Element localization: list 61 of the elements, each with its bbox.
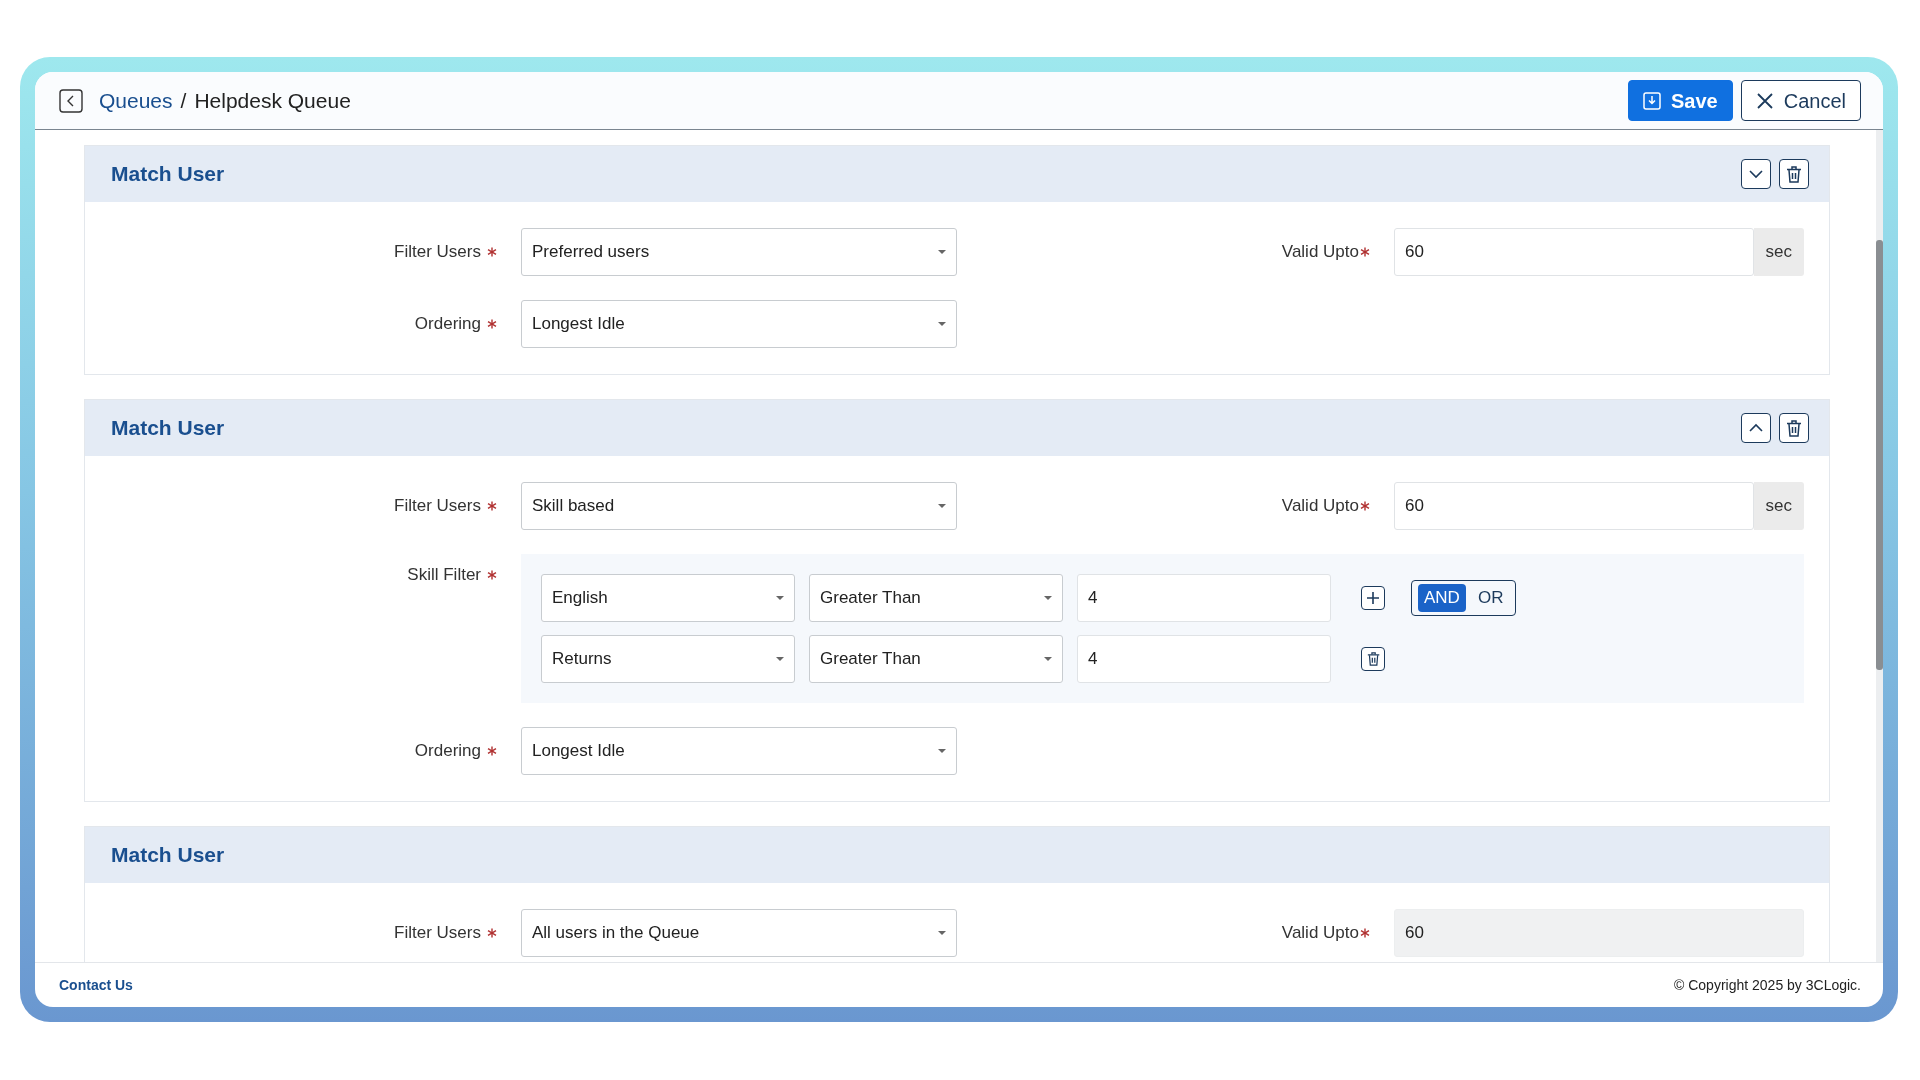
delete-button[interactable]	[1779, 413, 1809, 443]
input-field[interactable]: 60	[1394, 228, 1754, 276]
delete-button[interactable]	[1779, 159, 1809, 189]
section-title: Match User	[111, 415, 225, 442]
collapse-button[interactable]	[1741, 159, 1771, 189]
collapse-button[interactable]	[1741, 413, 1771, 443]
field-label: Valid Upto	[1281, 241, 1359, 264]
input-field[interactable]: 4	[1077, 574, 1331, 622]
breadcrumb-separator: /	[180, 87, 187, 114]
field-label: Filter Users	[394, 495, 481, 518]
breadcrumb-link[interactable]: Queues	[99, 84, 173, 117]
plus-icon	[1366, 591, 1380, 605]
input-field[interactable]: 4	[1077, 635, 1331, 683]
input-field[interactable]: 60	[1394, 482, 1754, 530]
unit-addon: sec	[1753, 482, 1804, 530]
save-button[interactable]: Save	[1628, 80, 1733, 121]
delete-button[interactable]	[1361, 647, 1385, 671]
cancel-button[interactable]: Cancel	[1740, 80, 1861, 121]
unit-addon: sec	[1753, 228, 1804, 276]
chevron-icon	[1748, 169, 1764, 179]
add-button[interactable]	[1361, 586, 1385, 610]
dropdown[interactable]: English	[541, 574, 795, 622]
save-icon	[1643, 91, 1661, 110]
back-icon	[59, 88, 83, 113]
field-label: Ordering	[414, 313, 481, 336]
field-label: Valid Upto	[1281, 922, 1359, 945]
caret-icon	[1044, 657, 1052, 661]
dropdown[interactable]: Skill based	[521, 482, 957, 530]
field-label: Skill Filter	[407, 564, 481, 586]
caret-icon	[938, 250, 946, 254]
section-title: Match User	[111, 161, 225, 188]
trash-icon	[1786, 165, 1802, 183]
dropdown[interactable]: Greater Than	[809, 635, 1063, 683]
dropdown[interactable]: Greater Than	[809, 574, 1063, 622]
page-title: Helpdesk Queue	[194, 87, 351, 114]
dropdown[interactable]: Longest Idle	[521, 300, 957, 348]
chevron-icon	[1748, 423, 1764, 433]
caret-icon	[776, 596, 784, 600]
field-label: Ordering	[414, 740, 481, 763]
dropdown[interactable]: Returns	[541, 635, 795, 683]
caret-icon	[938, 322, 946, 326]
dropdown[interactable]: Longest Idle	[521, 727, 957, 775]
caret-icon	[776, 657, 784, 661]
footer-link[interactable]: Contact Us	[59, 974, 133, 996]
section-title: Match User	[111, 842, 225, 869]
logic-option[interactable]: AND	[1418, 584, 1466, 612]
dropdown[interactable]: Preferred users	[521, 228, 957, 276]
trash-icon	[1366, 652, 1380, 666]
caret-icon	[1044, 596, 1052, 600]
caret-icon	[938, 504, 946, 508]
field-label: Filter Users	[394, 922, 481, 945]
caret-icon	[938, 749, 946, 753]
close-icon	[1755, 91, 1774, 110]
scrollbar[interactable]	[1876, 130, 1883, 962]
dropdown[interactable]: All users in the Queue	[521, 909, 957, 957]
logic-option[interactable]: OR	[1471, 584, 1510, 612]
copyright-text: © Copyright 2025 by 3CLogic.	[1674, 975, 1861, 995]
caret-icon	[938, 931, 946, 935]
trash-icon	[1786, 419, 1802, 437]
field-label: Filter Users	[394, 241, 481, 264]
field-label: Valid Upto	[1281, 495, 1359, 518]
